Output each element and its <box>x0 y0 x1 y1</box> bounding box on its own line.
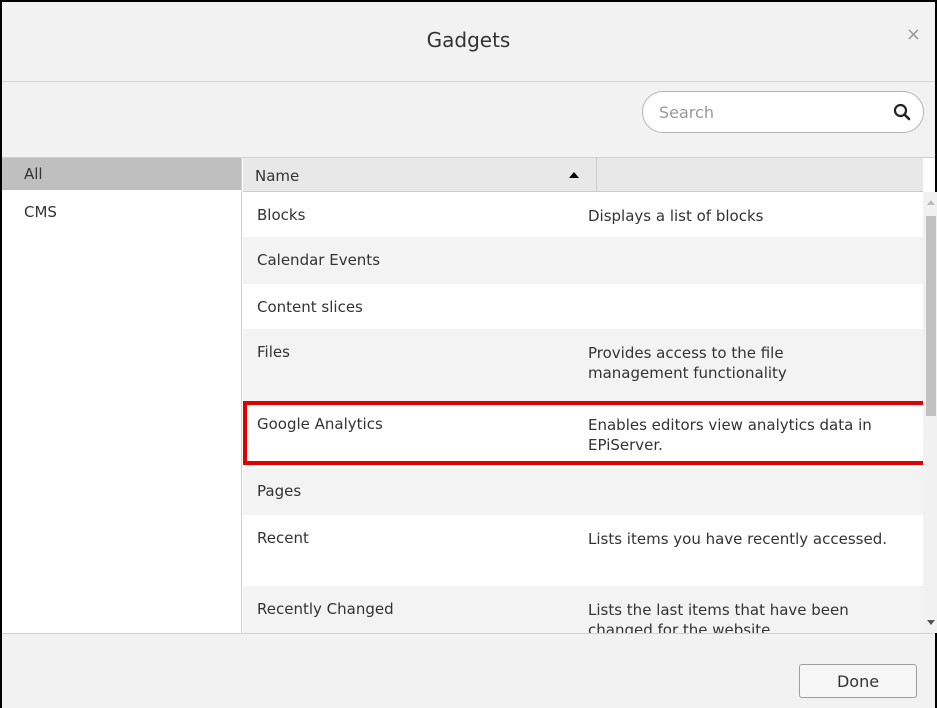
dialog-footer: Done <box>2 633 935 708</box>
scroll-up-icon[interactable] <box>927 200 935 205</box>
scrollbar-thumb[interactable] <box>926 216 936 416</box>
grid-header: Name <box>243 158 923 192</box>
table-row[interactable]: Pages <box>243 468 923 515</box>
category-list: All CMS <box>2 158 242 633</box>
close-icon[interactable]: × <box>906 24 921 45</box>
dialog-toolbar <box>2 82 935 158</box>
row-description: Lists items you have recently accessed. <box>588 530 887 548</box>
row-name: Blocks <box>257 206 306 224</box>
row-name: Pages <box>257 482 302 500</box>
dialog-title: Gadgets <box>426 28 511 52</box>
gadgets-dialog: Gadgets × All CMS Name Blocks Displays a… <box>0 0 937 708</box>
row-name: Content slices <box>257 298 363 316</box>
scroll-down-icon[interactable] <box>927 620 935 625</box>
dialog-titlebar: Gadgets × <box>2 2 935 82</box>
done-button[interactable]: Done <box>799 664 917 698</box>
sort-ascending-icon <box>569 172 579 178</box>
grid-scrollbar[interactable] <box>923 192 937 633</box>
row-description: Lists the last items that have been chan… <box>588 601 849 633</box>
gadget-grid: Name Blocks Displays a list of blocks Ca… <box>243 158 923 633</box>
category-item-cms[interactable]: CMS <box>2 200 241 224</box>
table-row[interactable]: Blocks Displays a list of blocks <box>243 192 923 237</box>
table-row[interactable]: Content slices <box>243 284 923 329</box>
table-row[interactable]: Recent Lists items you have recently acc… <box>243 515 923 586</box>
row-description: Displays a list of blocks <box>588 207 764 225</box>
row-name: Recently Changed <box>257 600 394 618</box>
row-description: Enables editors view analytics data in E… <box>588 416 872 454</box>
row-name: Google Analytics <box>257 415 383 433</box>
table-row[interactable]: Files Provides access to the file manage… <box>243 329 923 401</box>
row-name: Calendar Events <box>257 251 381 269</box>
table-row[interactable]: Calendar Events <box>243 237 923 284</box>
column-header-description[interactable] <box>597 158 923 192</box>
row-name: Files <box>257 343 290 361</box>
table-row[interactable]: Google Analytics Enables editors view an… <box>243 401 923 468</box>
table-row[interactable]: Recently Changed Lists the last items th… <box>243 586 923 633</box>
search-box[interactable] <box>642 91 924 133</box>
column-header-name-label: Name <box>255 167 300 185</box>
category-item-all[interactable]: All <box>2 158 241 190</box>
column-header-name[interactable]: Name <box>243 158 597 192</box>
row-description: Provides access to the file management f… <box>588 344 787 382</box>
row-name: Recent <box>257 529 309 547</box>
search-input[interactable] <box>659 100 879 124</box>
search-icon[interactable] <box>893 103 911 121</box>
